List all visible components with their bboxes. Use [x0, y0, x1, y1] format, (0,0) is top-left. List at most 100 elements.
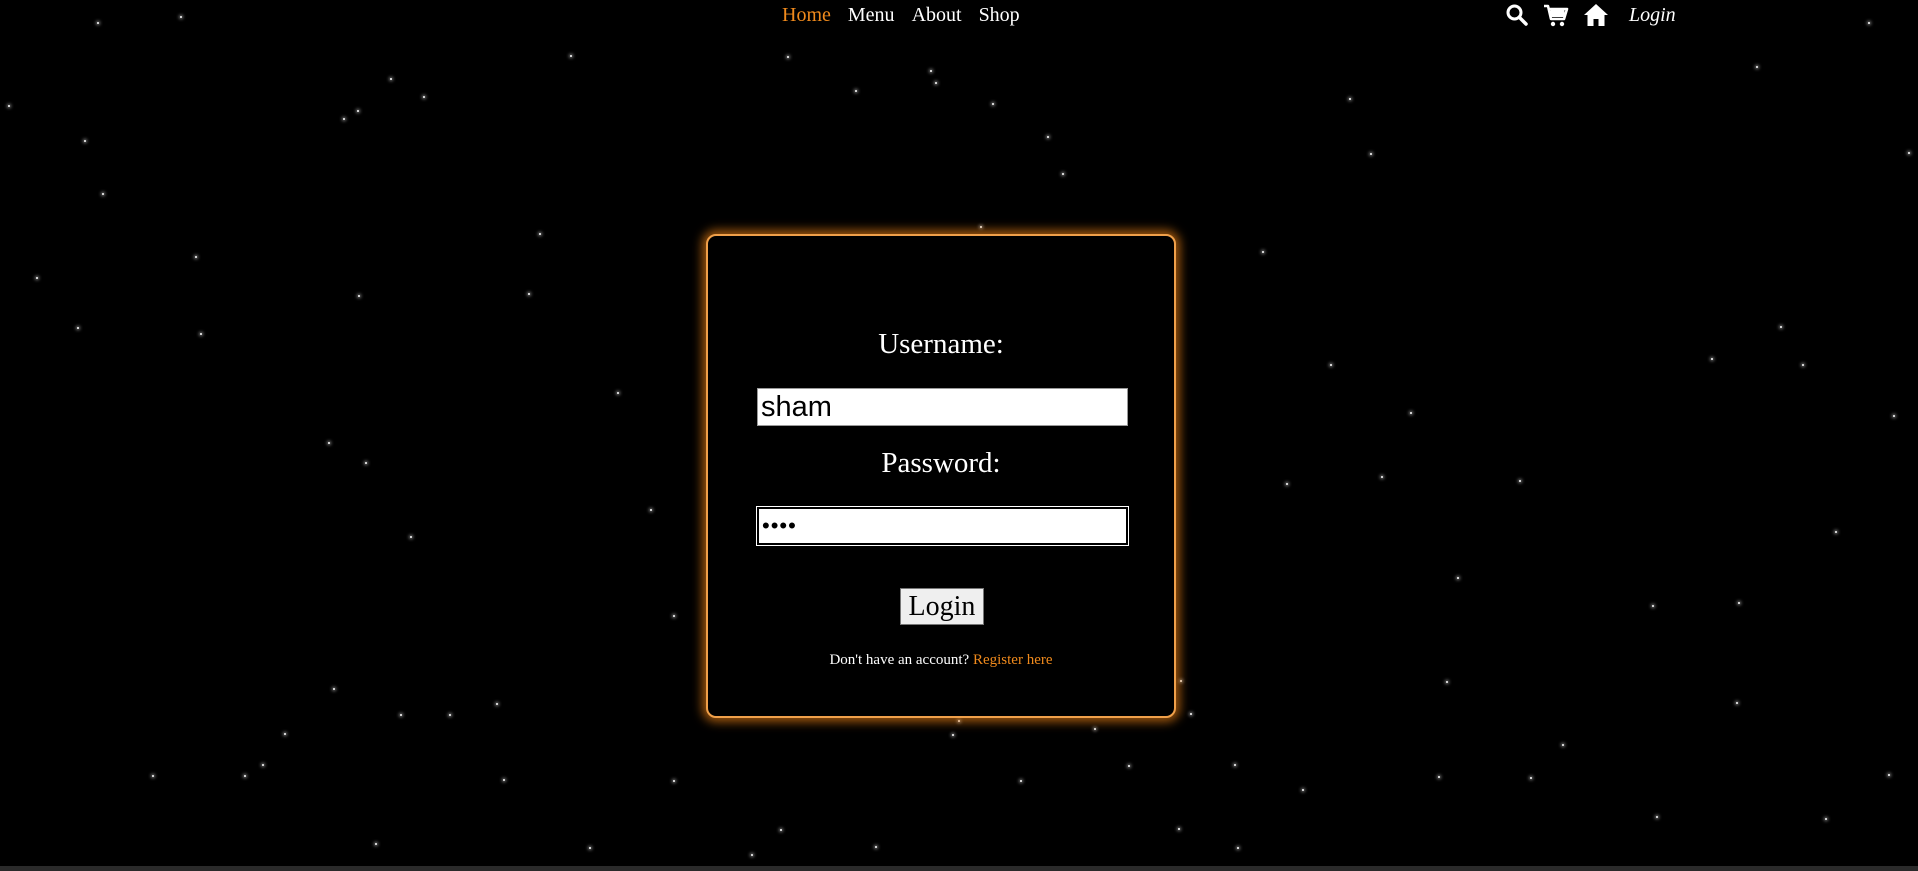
nav-link-about[interactable]: About — [912, 4, 962, 27]
star-dot — [875, 846, 877, 848]
star-dot — [980, 226, 982, 228]
star-dot — [1094, 728, 1096, 730]
star-dot — [787, 56, 789, 58]
star-dot — [1888, 774, 1890, 776]
star-dot — [1893, 415, 1895, 417]
star-dot — [102, 193, 104, 195]
star-dot — [1519, 480, 1521, 482]
star-dot — [496, 703, 498, 705]
star-dot — [952, 734, 954, 736]
star-dot — [390, 78, 392, 80]
star-dot — [1562, 744, 1564, 746]
star-dot — [284, 733, 286, 735]
star-dot — [1062, 173, 1064, 175]
star-dot — [1780, 326, 1782, 328]
star-dot — [410, 536, 412, 538]
star-dot — [84, 140, 86, 142]
star-dot — [8, 105, 10, 107]
star-dot — [333, 688, 335, 690]
star-dot — [958, 720, 960, 722]
star-dot — [1756, 66, 1758, 68]
star-dot — [358, 295, 360, 297]
star-dot — [1446, 681, 1448, 683]
cart-icon[interactable] — [1543, 3, 1569, 27]
star-dot — [1349, 98, 1351, 100]
username-input[interactable] — [757, 388, 1128, 426]
star-dot — [77, 327, 79, 329]
star-dot — [1178, 828, 1180, 830]
star-dot — [570, 55, 572, 57]
star-dot — [1020, 780, 1022, 782]
nav-login-link[interactable]: Login — [1629, 4, 1676, 27]
star-dot — [195, 256, 197, 258]
star-dot — [855, 90, 857, 92]
star-dot — [343, 118, 345, 120]
star-dot — [1457, 577, 1459, 579]
star-dot — [365, 462, 367, 464]
star-dot — [1330, 364, 1332, 366]
star-dot — [1237, 847, 1239, 849]
star-dot — [1652, 605, 1654, 607]
password-input[interactable] — [757, 507, 1128, 545]
star-dot — [244, 775, 246, 777]
star-dot — [650, 509, 652, 511]
star-dot — [1802, 364, 1804, 366]
star-dot — [357, 110, 359, 112]
nav-links: Home Menu About Shop — [782, 4, 1020, 27]
star-dot — [1370, 153, 1372, 155]
nav-link-home[interactable]: Home — [782, 4, 831, 27]
star-dot — [539, 233, 541, 235]
star-dot — [1180, 680, 1182, 682]
top-navigation: Home Menu About Shop Login — [0, 0, 1918, 34]
star-dot — [1835, 531, 1837, 533]
register-prompt-text: Don't have an account? — [829, 652, 973, 668]
star-dot — [1128, 765, 1130, 767]
star-dot — [1656, 816, 1658, 818]
star-dot — [1908, 152, 1910, 154]
nav-actions: Login — [1505, 3, 1676, 27]
star-dot — [375, 843, 377, 845]
star-dot — [1736, 702, 1738, 704]
star-dot — [152, 775, 154, 777]
star-dot — [449, 714, 451, 716]
star-dot — [528, 293, 530, 295]
star-dot — [1381, 476, 1383, 478]
star-dot — [328, 442, 330, 444]
star-dot — [36, 277, 38, 279]
star-dot — [1825, 818, 1827, 820]
star-dot — [1234, 764, 1236, 766]
home-icon[interactable] — [1583, 3, 1609, 27]
star-dot — [1530, 777, 1532, 779]
star-dot — [423, 96, 425, 98]
star-dot — [673, 780, 675, 782]
star-dot — [1302, 789, 1304, 791]
register-link[interactable]: Register here — [973, 652, 1053, 668]
star-dot — [751, 854, 753, 856]
star-dot — [935, 82, 937, 84]
star-dot — [1711, 358, 1713, 360]
star-dot — [400, 714, 402, 716]
search-icon[interactable] — [1505, 3, 1529, 27]
nav-link-menu[interactable]: Menu — [848, 4, 895, 27]
nav-link-shop[interactable]: Shop — [979, 4, 1020, 27]
star-dot — [1286, 483, 1288, 485]
star-dot — [617, 392, 619, 394]
register-prompt: Don't have an account? Register here — [708, 652, 1174, 669]
star-dot — [589, 847, 591, 849]
star-dot — [1047, 136, 1049, 138]
username-label: Username: — [878, 328, 1004, 360]
star-dot — [992, 103, 994, 105]
star-dot — [780, 829, 782, 831]
star-dot — [200, 333, 202, 335]
bottom-edge-bar — [0, 866, 1918, 871]
star-dot — [673, 615, 675, 617]
star-dot — [1410, 412, 1412, 414]
password-label: Password: — [881, 447, 1001, 479]
login-card: Username: Password: Login Don't have an … — [706, 234, 1176, 718]
star-dot — [930, 70, 932, 72]
login-button[interactable]: Login — [900, 588, 984, 625]
star-dot — [1738, 602, 1740, 604]
star-dot — [1262, 251, 1264, 253]
star-dot — [1438, 776, 1440, 778]
star-dot — [262, 764, 264, 766]
